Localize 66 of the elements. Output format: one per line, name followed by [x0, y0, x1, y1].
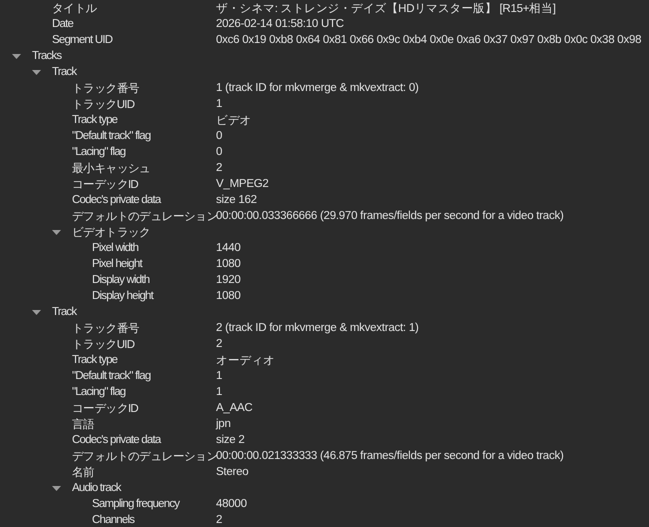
property-name: トラックUID — [72, 338, 134, 352]
property-name: 言語 — [72, 417, 94, 432]
property-name: デフォルトのデュレーション — [72, 450, 218, 464]
property-name: デフォルトのデュレーション — [72, 210, 218, 224]
property-name: Segment UID — [52, 34, 112, 46]
expand-arrow-icon[interactable] — [32, 308, 41, 316]
property-name: トラックUID — [72, 98, 134, 112]
property-value: 2 — [216, 514, 222, 526]
property-name: 名前 — [72, 466, 94, 480]
property-value: A_AAC — [216, 402, 252, 414]
property-value: 0xc6 0x19 0xb8 0x64 0x81 0x66 0x9c 0xb4 0x0e 0xa6 0x37 0x97 0x8b 0x0c 0x38 0x98 — [216, 34, 642, 46]
property-name: "Default track" flag — [72, 130, 150, 142]
property-name: Codec's private data — [72, 194, 160, 206]
property-name: トラック番号 — [72, 322, 140, 336]
property-value: 1920 — [216, 274, 241, 286]
property-value: 0 — [216, 130, 222, 142]
property-value: 1 — [216, 386, 222, 398]
property-name: タイトル — [52, 2, 97, 16]
property-value: 1 (track ID for mkvmerge & mkvextract: 0) — [216, 82, 419, 94]
property-name: 最小キャッシュ — [72, 162, 150, 176]
property-value: オーディオ — [216, 354, 275, 368]
property-name: Audio track — [72, 482, 121, 494]
property-value: 1440 — [216, 242, 241, 254]
property-value: 1080 — [216, 290, 241, 302]
expand-arrow-icon[interactable] — [12, 52, 21, 60]
property-name: Sampling frequency — [92, 498, 180, 510]
property-name: Display height — [92, 290, 154, 302]
property-name: Pixel width — [92, 242, 138, 254]
property-value: 48000 — [216, 498, 247, 510]
property-value: 1 — [216, 370, 222, 382]
property-value: 00:00:00.021333333 (46.875 frames/fields per second for a video track) — [216, 450, 564, 462]
property-value: Stereo — [216, 466, 248, 478]
property-value: size 2 — [216, 434, 245, 446]
property-value: 2 — [216, 338, 222, 350]
property-name: コーデックID — [72, 402, 138, 416]
property-name: ビデオトラック — [72, 226, 150, 240]
property-name: コーデックID — [72, 178, 138, 192]
property-name: トラック番号 — [72, 82, 140, 96]
property-value: 1 — [216, 98, 222, 110]
property-value: 2 — [216, 162, 222, 174]
property-name: Track — [52, 66, 76, 78]
property-value: 1080 — [216, 258, 241, 270]
property-value: size 162 — [216, 194, 257, 206]
property-value: 2026-02-14 01:58:10 UTC — [216, 18, 344, 30]
property-name: "Default track" flag — [72, 370, 150, 382]
property-name: Pixel height — [92, 258, 142, 270]
expand-arrow-icon[interactable] — [32, 68, 41, 76]
property-value: 2 (track ID for mkvmerge & mkvextract: 1) — [216, 322, 419, 334]
expand-arrow-icon[interactable] — [52, 228, 61, 236]
property-name: Codec's private data — [72, 434, 160, 446]
property-value: 00:00:00.033366666 (29.970 frames/fields per second for a video track) — [216, 210, 564, 222]
property-value: ザ・シネマ: ストレンジ・デイズ【HDリマスター版】 [R15+相当] — [216, 2, 556, 16]
property-name: "Lacing" flag — [72, 386, 126, 398]
property-value: ビデオ — [216, 114, 252, 128]
property-name: Track — [52, 306, 76, 318]
property-value: jpn — [216, 418, 231, 430]
property-name: Tracks — [32, 50, 62, 62]
property-name: Track type — [72, 354, 118, 366]
property-name: Track type — [72, 114, 118, 126]
property-name: "Lacing" flag — [72, 146, 126, 158]
expand-arrow-icon[interactable] — [52, 484, 61, 492]
property-name: Display width — [92, 274, 150, 286]
property-value: V_MPEG2 — [216, 178, 269, 190]
property-name: Date — [52, 18, 74, 30]
property-name: Channels — [92, 514, 134, 526]
property-value: 0 — [216, 146, 222, 158]
